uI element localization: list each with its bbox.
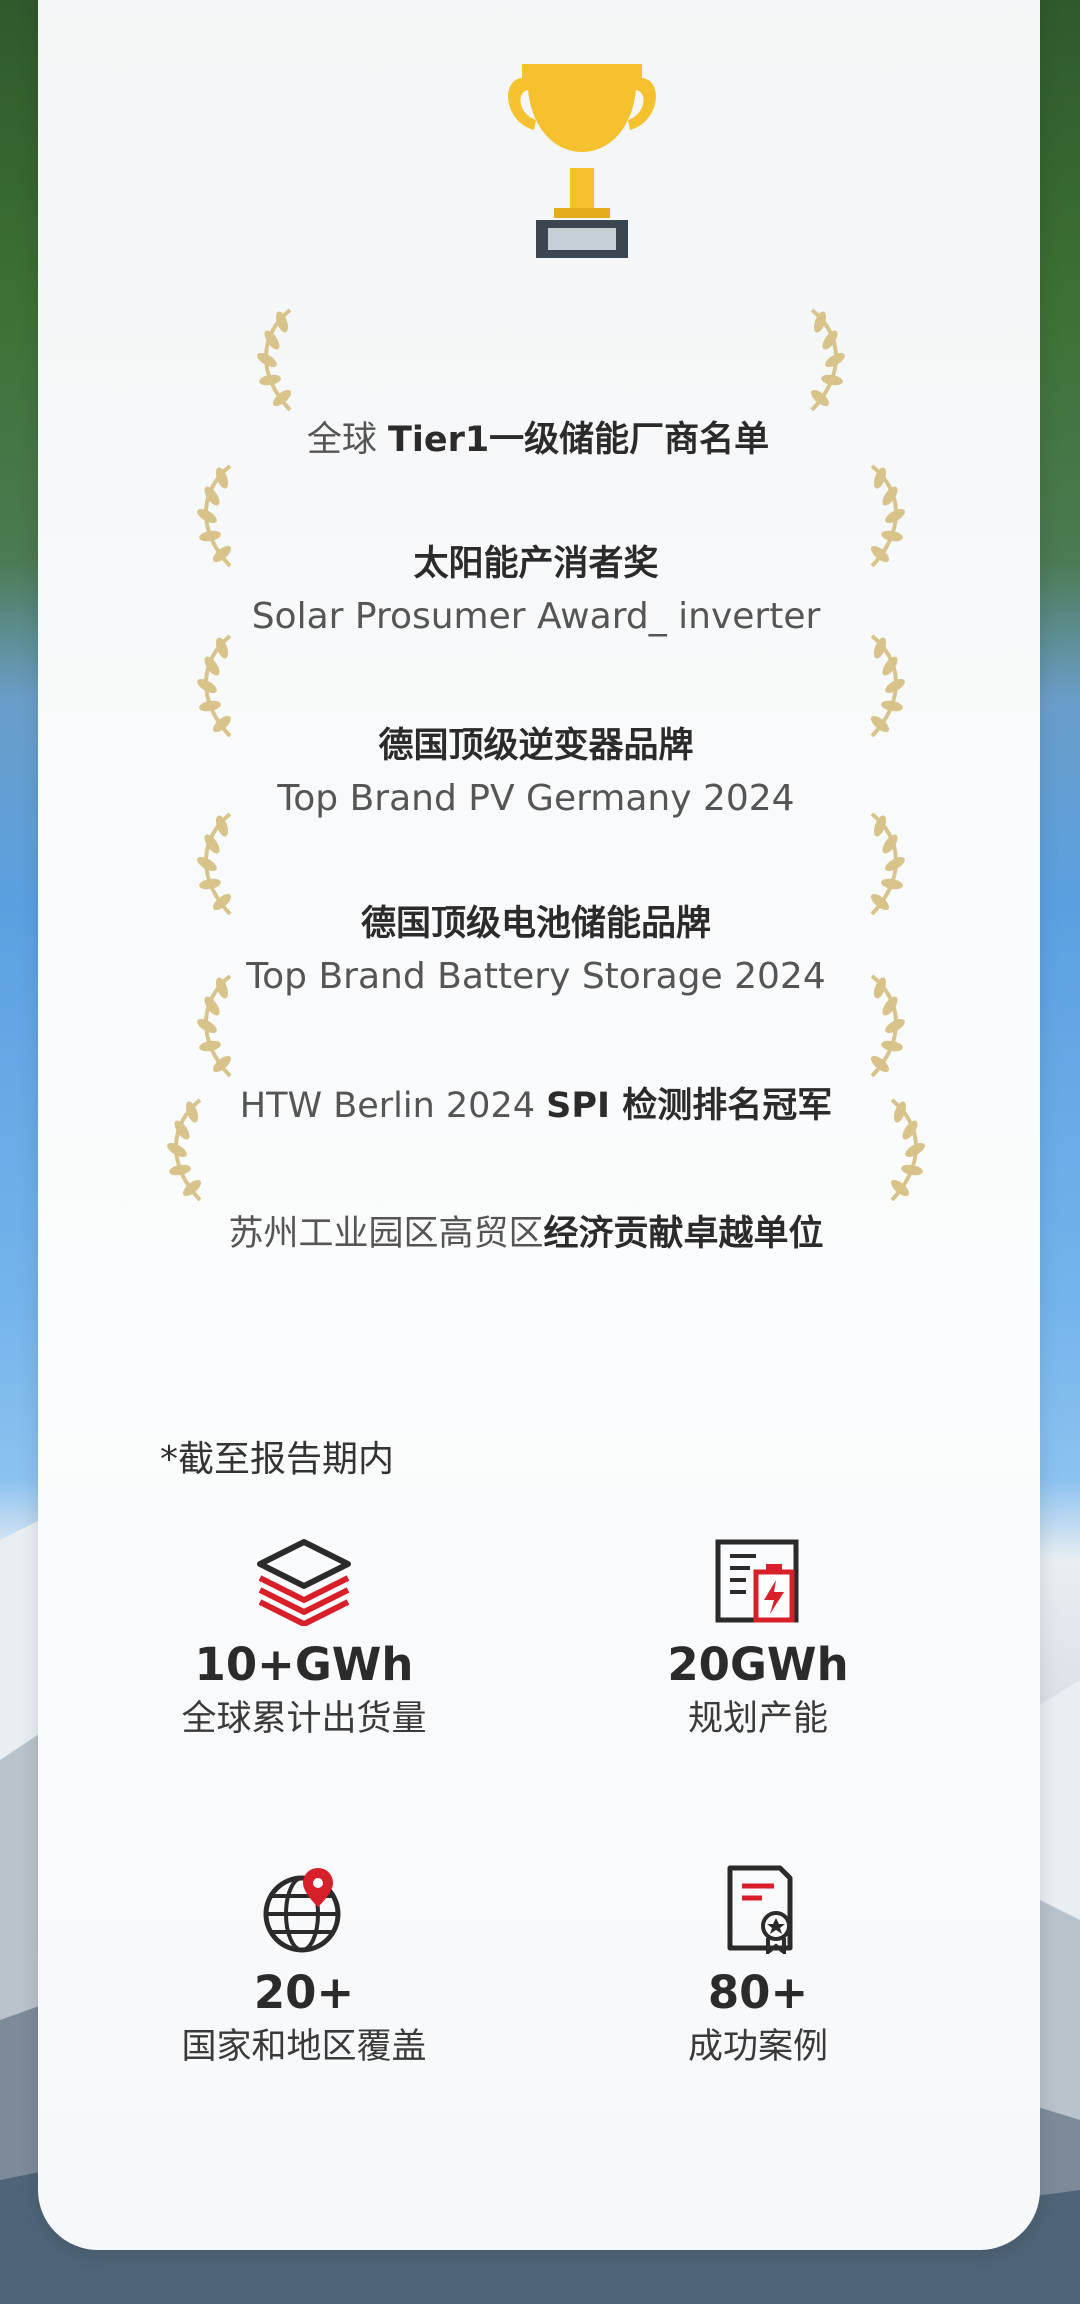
award-htw-berlin-title: SPI 检测排名冠军 [546, 1086, 833, 1126]
stat-shipments-value: 10+GWh [194, 1638, 414, 1691]
award-tier1-title: Tier1一级储能厂商名单 [387, 420, 770, 460]
stat-cases-value: 80+ [707, 1966, 809, 2019]
award-top-brand-pv-subtitle: Top Brand PV Germany 2024 [277, 778, 795, 819]
award-top-brand-pv-title: 德国顶级逆变器品牌 [378, 726, 694, 766]
factory-battery-icon [715, 1539, 799, 1623]
stat-cases: 80+ 成功案例 [578, 1864, 938, 2072]
report-period-note: *截至报告期内 [160, 1439, 395, 1480]
stat-capacity-label: 规划产能 [687, 1699, 828, 1739]
award-top-brand-battery-subtitle: Top Brand Battery Storage 2024 [246, 956, 826, 997]
stat-shipments: 10+GWh 全球累计出货量 [124, 1536, 484, 1744]
laurel-left-icon [257, 308, 292, 412]
award-solar-prosumer-title: 太阳能产消者奖 [413, 544, 659, 584]
stat-cases-label: 成功案例 [687, 2027, 828, 2067]
award-top-brand-pv: 德国顶级逆变器品牌 Top Brand PV Germany 2024 [0, 720, 1076, 826]
award-suzhou-prefix: 苏州工业园区高贸区 [228, 1214, 544, 1254]
layers-stack-icon [257, 1539, 351, 1626]
stat-coverage-label: 国家和地区覆盖 [181, 2027, 427, 2067]
award-tier1: 全球 Tier1一级储能厂商名单 [0, 414, 1078, 466]
award-tier1-prefix: 全球 [306, 420, 388, 460]
stat-capacity-value: 20GWh [667, 1638, 849, 1691]
award-solar-prosumer: 太阳能产消者奖 Solar Prosumer Award_ inverter [0, 538, 1076, 644]
award-htw-berlin-prefix: HTW Berlin 2024 [239, 1086, 547, 1126]
stat-coverage: 20+ 国家和地区覆盖 [124, 1864, 484, 2072]
stat-capacity: 20GWh 规划产能 [578, 1536, 938, 1744]
stat-shipments-label: 全球累计出货量 [181, 1699, 427, 1739]
certificate-icon [727, 1865, 793, 1954]
award-suzhou: 苏州工业园区高贸区经济贡献卓越单位 [0, 1208, 1066, 1260]
award-top-brand-battery-title: 德国顶级电池储能品牌 [360, 904, 711, 944]
award-suzhou-title: 经济贡献卓越单位 [543, 1214, 824, 1254]
award-htw-berlin: HTW Berlin 2024 SPI 检测排名冠军 [0, 1080, 1076, 1132]
award-solar-prosumer-subtitle: Solar Prosumer Award_ inverter [251, 596, 821, 637]
trophy-icon [508, 64, 656, 258]
globe-pin-icon [263, 1868, 341, 1953]
stat-coverage-value: 20+ [253, 1966, 355, 2019]
award-top-brand-battery: 德国顶级电池储能品牌 Top Brand Battery Storage 202… [0, 898, 1076, 1004]
laurel-right-icon [810, 308, 845, 412]
